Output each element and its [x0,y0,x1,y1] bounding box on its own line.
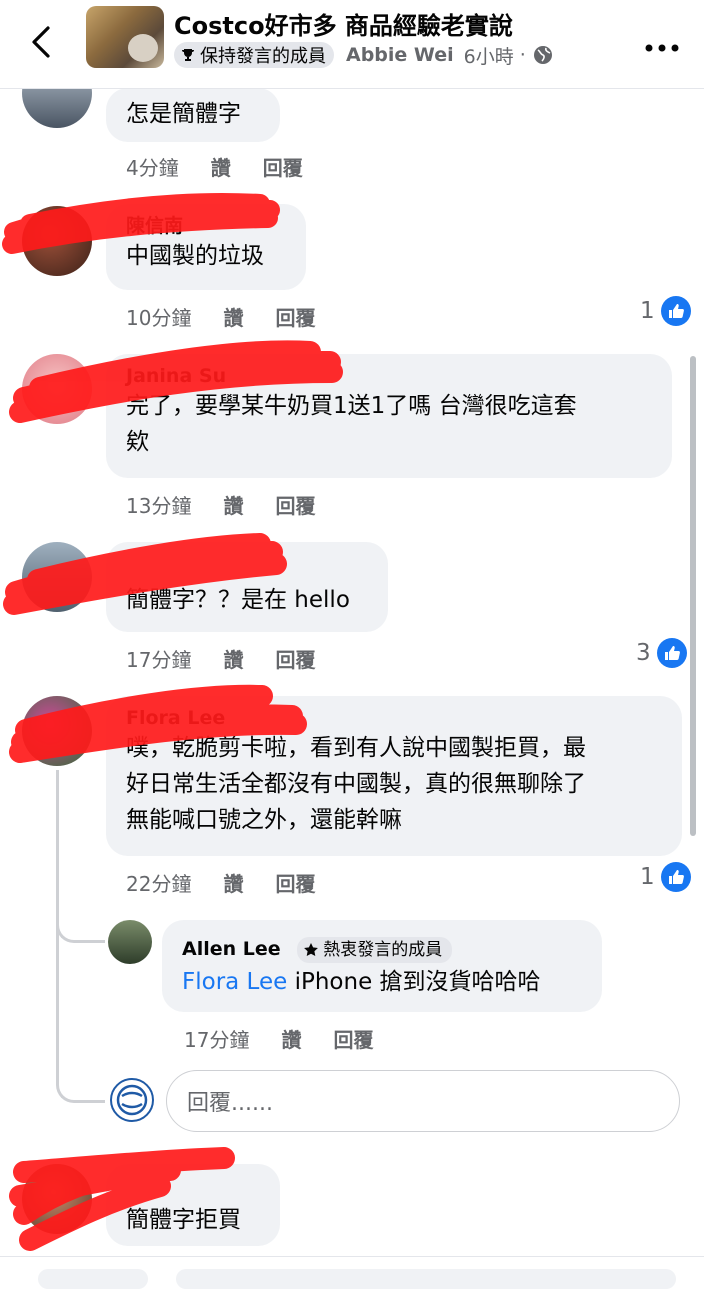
reply-button[interactable]: 回覆 [275,490,315,519]
reply-button[interactable]: 回覆 [275,302,315,331]
comment-bubble: 陳信南 中國製的垃圾 [106,204,306,290]
logo-icon [116,1084,148,1116]
avatar[interactable] [22,206,92,276]
thread-connector [56,1060,105,1103]
group-thumbnail[interactable] [86,6,164,68]
cat-photo [128,34,158,62]
group-name[interactable]: Costco好市多 商品經驗老實說 [174,6,513,41]
like-button[interactable]: 讚 [223,644,243,673]
post-header: Costco好市多 商品經驗老實說 保持發言的成員 Abbie Wei 6小時 … [0,0,704,89]
post-time: 6小時 [463,45,514,68]
like-button[interactable]: 讚 [223,490,243,519]
post-author[interactable]: Abbie Wei [346,44,454,66]
commenter-name[interactable]: 陳信南 [126,214,286,238]
back-button[interactable] [22,22,62,62]
like-button[interactable]: 讚 [223,302,243,331]
composer-input[interactable] [176,1269,676,1289]
member-badge: 保持發言的成員 [174,42,334,68]
more-button[interactable] [644,38,680,52]
comment-text: 簡體字拒買 [126,1207,241,1233]
reaction-count[interactable]: 1 [640,862,691,892]
reply-author-row: Allen Lee 熱衷發言的成員 [182,934,582,964]
thumbs-up-icon [656,638,687,668]
bottom-composer [0,1256,704,1289]
like-button[interactable]: 讚 [223,868,243,897]
post-meta: 保持發言的成員 Abbie Wei 6小時 · [174,42,554,68]
comment-time: 22分鐘 [126,872,192,896]
member-badge: 熱衷發言的成員 [297,936,453,963]
own-avatar [110,1078,154,1122]
avatar[interactable] [22,354,92,424]
avatar[interactable] [22,1164,92,1234]
comment-bubble: 怎是簡體字 [106,88,280,142]
comment-bubble: 簡體字拒買 [106,1164,280,1246]
thumbs-up-icon [660,296,691,326]
like-button[interactable]: 讚 [211,152,231,181]
comment-time: 17分鐘 [126,648,192,672]
comment-text: 噗，乾脆剪卡啦，看到有人說中國製拒買，最 好日常生活全都沒有中國製，真的很無聊除… [126,735,586,833]
reaction-number: 1 [640,298,655,324]
trophy-icon [182,49,194,61]
reaction-number: 1 [640,864,655,890]
member-badge-label: 熱衷發言的成員 [323,939,443,960]
avatar[interactable] [108,920,152,964]
commenter-name[interactable]: Janina Su [126,364,652,388]
comment-bubble: Flora Lee 噗，乾脆剪卡啦，看到有人說中國製拒買，最 好日常生活全都沒有… [106,696,682,856]
thread-line [56,940,59,1060]
comment-time: 17分鐘 [184,1028,250,1052]
comment-time: 10分鐘 [126,306,192,330]
comment-time: 4分鐘 [126,156,179,180]
reply-body: iPhone 搶到沒貨哈哈哈 [287,969,541,995]
meta-separator: · [519,44,526,66]
comment-text: 完了，要學某牛奶買1送1了嗎 台灣很吃這套 欸 [126,393,577,455]
comment-bubble: 簡體字？？是在 hello [106,542,388,632]
mention-link[interactable]: Flora Lee [182,969,287,995]
avatar[interactable] [22,696,92,766]
comment-bubble: Janina Su 完了，要學某牛奶買1送1了嗎 台灣很吃這套 欸 [106,354,672,478]
reply-button[interactable]: 回覆 [275,868,315,897]
thumbs-up-icon [660,862,691,892]
composer-button[interactable] [38,1269,148,1289]
comment-actions: 13分鐘 讚 回覆 [126,490,315,519]
member-badge-label: 保持發言的成員 [200,46,326,67]
reply-button[interactable]: 回覆 [333,1024,373,1053]
comment-actions: 17分鐘 讚 回覆 [126,644,315,673]
comment-actions: 10分鐘 讚 回覆 [126,302,315,331]
comment-actions: 4分鐘 讚 回覆 [126,152,303,181]
reply-bubble: Allen Lee 熱衷發言的成員 Flora Lee iPhone 搶到沒貨哈… [162,920,602,1012]
avatar[interactable] [22,542,92,612]
comment-text: 怎是簡體字 [126,101,241,127]
reaction-count[interactable]: 3 [636,638,687,668]
thread-connector [56,900,105,943]
reply-actions: 17分鐘 讚 回覆 [184,1024,373,1053]
more-icon [645,44,679,52]
comment-text: 中國製的垃圾 [126,243,264,269]
like-button[interactable]: 讚 [281,1024,301,1053]
star-icon [304,942,319,956]
commenter-name[interactable]: Allen Lee [182,938,281,960]
comment-text: 簡體字？？是在 hello [126,587,350,613]
comment-time: 13分鐘 [126,494,192,518]
reply-placeholder: 回覆...... [187,1091,273,1116]
scrollbar[interactable] [690,356,696,836]
reply-button[interactable]: 回覆 [263,152,303,181]
reply-text: Flora Lee iPhone 搶到沒貨哈哈哈 [182,964,582,1000]
globe-icon [533,46,552,64]
reaction-count[interactable]: 1 [640,296,691,326]
reply-input[interactable]: 回覆...... [166,1070,680,1132]
comment-actions: 22分鐘 讚 回覆 [126,868,315,897]
commenter-name[interactable]: Flora Lee [126,706,662,730]
reaction-number: 3 [636,640,651,666]
chevron-left-icon [32,26,50,58]
reply-button[interactable]: 回覆 [275,644,315,673]
